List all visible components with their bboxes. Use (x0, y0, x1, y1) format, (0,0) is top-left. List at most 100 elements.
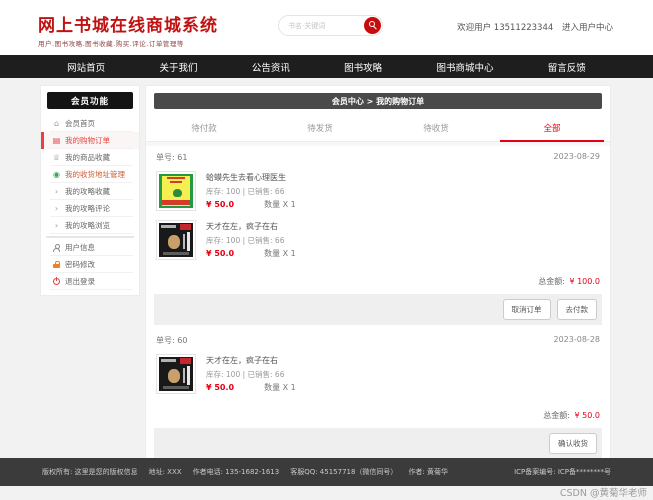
nav-item-book-mall[interactable]: 图书商城中心 (436, 60, 493, 74)
sidebar-item-member-home[interactable]: ⌂ 会员首页 (41, 115, 139, 132)
order-header: 单号: 61 2023-08-29 (154, 142, 602, 171)
sidebar-item-label: 我的收货地址管理 (65, 169, 125, 180)
chevron-right-icon: › (51, 204, 62, 213)
price-line: ¥ 50.0 数量 X 1 (206, 382, 296, 393)
page-footer: 版权所有: 这里是您的版权信息 地址: XXX 作者电话: 135-1682-1… (0, 458, 653, 486)
confirm-receipt-button[interactable]: 确认收货 (549, 433, 597, 454)
order-header: 单号: 60 2023-08-28 (154, 325, 602, 354)
total-amount: ¥ 100.0 (569, 277, 600, 286)
orders-panel: 会员中心 > 我的购物订单 待付款 待发货 待收货 全部 单号: 61 2023… (145, 85, 611, 472)
sidebar-item-guide-history[interactable]: › 我的攻略浏览 (41, 217, 139, 234)
total-label: 总金额: (543, 411, 570, 420)
sidebar-item-product-favorites[interactable]: ♕ 我的商品收藏 (41, 149, 139, 166)
sidebar-item-label: 我的攻略评论 (65, 203, 110, 214)
price-line: ¥ 50.0 数量 X 1 (206, 199, 296, 210)
footer-address: 地址: XXX (149, 467, 182, 477)
sidebar-item-guide-favorites[interactable]: › 我的攻略收藏 (41, 183, 139, 200)
order-line-item: 蛤蟆先生去看心理医生 库存: 100 | 已销售: 66 ¥ 50.0 数量 X… (156, 171, 600, 211)
search-box (278, 15, 383, 36)
order-number: 单号: 60 (156, 335, 187, 346)
search-input[interactable] (288, 17, 358, 34)
book-cover-art (159, 357, 193, 391)
price-line: ¥ 50.0 数量 X 1 (206, 248, 296, 259)
nav-item-feedback[interactable]: 留言反馈 (548, 60, 586, 74)
footer-icp: ICP备案编号: ICP备********号 (514, 467, 611, 477)
order-date: 2023-08-29 (554, 152, 601, 163)
sidebar-item-guide-comments[interactable]: › 我的攻略评论 (41, 200, 139, 217)
sidebar-item-logout[interactable]: 退出登录 (41, 273, 139, 290)
stock-sold-line: 库存: 100 | 已销售: 66 (206, 186, 296, 197)
book-title[interactable]: 天才在左，疯子在右 (206, 221, 296, 232)
sidebar-item-address-management[interactable]: ◉ 我的收货地址管理 (41, 166, 139, 183)
order-line-item: 天才在左，疯子在右 库存: 100 | 已销售: 66 ¥ 50.0 数量 X … (156, 354, 600, 394)
csdn-watermark: CSDN @黄菊华老师 (560, 485, 647, 499)
book-cover-thumbnail[interactable] (156, 171, 196, 211)
item-quantity: 数量 X 1 (264, 248, 296, 259)
item-info: 天才在左，疯子在右 库存: 100 | 已销售: 66 ¥ 50.0 数量 X … (206, 354, 296, 394)
order-icon: ▤ (51, 136, 62, 145)
lock-icon (51, 261, 62, 269)
tab-pending-receipt[interactable]: 待收货 (378, 115, 494, 141)
sidebar-item-change-password[interactable]: 密码修改 (41, 256, 139, 273)
order-total-row: 总金额: ¥ 100.0 (154, 269, 602, 294)
sidebar-title: 会员功能 (47, 92, 133, 109)
sidebar-item-label: 我的攻略浏览 (65, 220, 110, 231)
item-quantity: 数量 X 1 (264, 199, 296, 210)
tab-pending-shipment[interactable]: 待发货 (262, 115, 378, 141)
power-icon (51, 278, 62, 285)
nav-item-home[interactable]: 网站首页 (67, 60, 105, 74)
order-actions-bar: 确认收货 (154, 428, 602, 459)
member-sidebar: 会员功能 ⌂ 会员首页 ▤ 我的购物订单 ♕ 我的商品收藏 ◉ 我的收货地址管理… (40, 85, 140, 296)
item-quantity: 数量 X 1 (264, 382, 296, 393)
sidebar-item-user-info[interactable]: 用户信息 (41, 239, 139, 256)
tab-pending-payment[interactable]: 待付款 (146, 115, 262, 141)
book-title[interactable]: 蛤蟆先生去看心理医生 (206, 172, 296, 183)
item-info: 天才在左，疯子在右 库存: 100 | 已销售: 66 ¥ 50.0 数量 X … (206, 220, 296, 260)
page-header: 网上书城在线商城系统 用户.图书攻略.图书收藏.购买.评论.订单管理等 欢迎用户… (0, 0, 653, 55)
main-nav: 网站首页 关于我们 公告资讯 图书攻略 图书商城中心 留言反馈 (0, 55, 653, 78)
book-cover-thumbnail[interactable] (156, 354, 196, 394)
location-icon: ◉ (51, 170, 62, 179)
item-price: ¥ 50.0 (206, 249, 234, 258)
sidebar-item-label: 我的攻略收藏 (65, 186, 110, 197)
user-icon (51, 244, 62, 252)
footer-author: 作者: 黄菊华 (408, 467, 448, 477)
order-line-item: 天才在左，疯子在右 库存: 100 | 已销售: 66 ¥ 50.0 数量 X … (156, 220, 600, 260)
pay-button[interactable]: 去付款 (557, 299, 598, 320)
nav-item-about[interactable]: 关于我们 (159, 60, 197, 74)
book-cover-thumbnail[interactable] (156, 220, 196, 260)
tab-all[interactable]: 全部 (494, 115, 610, 141)
sidebar-divider (46, 236, 134, 238)
total-label: 总金额: (538, 277, 565, 286)
site-title: 网上书城在线商城系统 (38, 11, 218, 36)
book-title[interactable]: 天才在左，疯子在右 (206, 355, 296, 366)
nav-item-announcements[interactable]: 公告资讯 (252, 60, 290, 74)
total-amount: ¥ 50.0 (575, 411, 600, 420)
search-button[interactable] (364, 17, 381, 34)
brand: 网上书城在线商城系统 用户.图书攻略.图书收藏.购买.评论.订单管理等 (38, 11, 218, 48)
order-status-tabs: 待付款 待发货 待收货 全部 (146, 115, 610, 142)
sidebar-item-label: 我的商品收藏 (65, 152, 110, 163)
book-cover-art (159, 223, 193, 257)
chevron-right-icon: › (51, 221, 62, 230)
book-cover-art (159, 174, 193, 208)
footer-qq: 客服QQ: 45157718（微信同号） (290, 467, 397, 477)
order-number: 单号: 61 (156, 152, 187, 163)
item-info: 蛤蟆先生去看心理医生 库存: 100 | 已销售: 66 ¥ 50.0 数量 X… (206, 171, 296, 211)
item-price: ¥ 50.0 (206, 383, 234, 392)
order-total-row: 总金额: ¥ 50.0 (154, 403, 602, 428)
order-card: 单号: 60 2023-08-28 天才在左，疯子在右 库存: 100 | 已销… (146, 325, 610, 459)
chevron-right-icon: › (51, 187, 62, 196)
welcome-text: 欢迎用户 13511223344 (457, 23, 553, 33)
user-center-link[interactable]: 进入用户中心 (562, 23, 613, 33)
search-icon (369, 21, 375, 27)
sidebar-item-label: 退出登录 (65, 276, 95, 287)
stock-sold-line: 库存: 100 | 已销售: 66 (206, 235, 296, 246)
cancel-order-button[interactable]: 取消订单 (503, 299, 551, 320)
order-date: 2023-08-28 (554, 335, 601, 346)
sidebar-item-my-orders[interactable]: ▤ 我的购物订单 (41, 132, 139, 149)
nav-item-book-guides[interactable]: 图书攻略 (344, 60, 382, 74)
footer-copyright: 版权所有: 这里是您的版权信息 (42, 467, 138, 477)
crown-icon: ♕ (51, 153, 62, 162)
user-welcome: 欢迎用户 13511223344 进入用户中心 (457, 21, 613, 33)
